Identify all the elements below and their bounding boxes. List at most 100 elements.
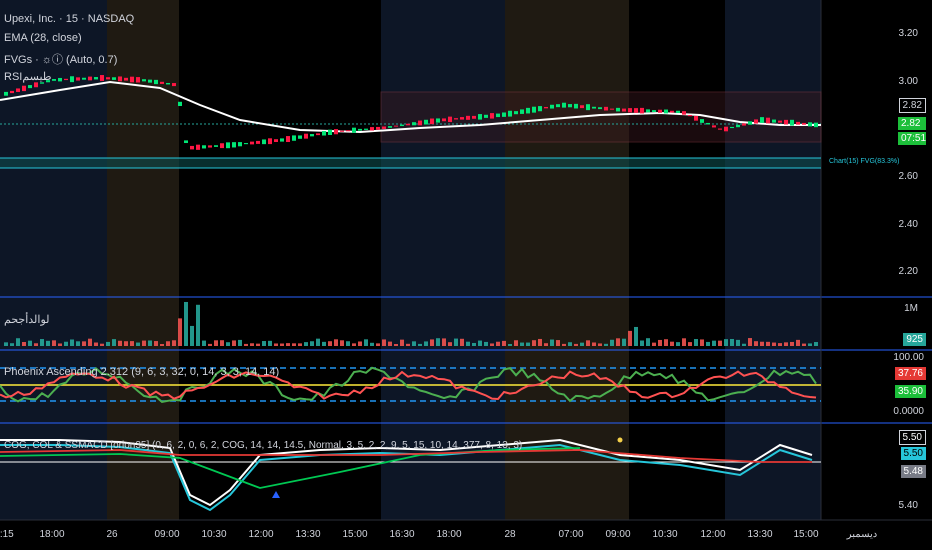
candle-22 bbox=[136, 77, 140, 83]
time-tick-2: 26 bbox=[106, 529, 118, 540]
candle-39 bbox=[238, 142, 242, 147]
candle-128 bbox=[772, 119, 776, 123]
candle-16 bbox=[100, 75, 104, 81]
volume-bar-102 bbox=[616, 338, 620, 346]
candle-55 bbox=[334, 129, 338, 135]
volume-bar-4 bbox=[28, 340, 32, 346]
volume-bar-25 bbox=[154, 341, 158, 346]
time-tick-6: 13:30 bbox=[295, 529, 321, 540]
phoenix-title[interactable]: Phoenix Ascending 2.312 (9, 6, 3, 32, 0,… bbox=[4, 366, 279, 378]
candle-119 bbox=[718, 128, 722, 130]
candle-37 bbox=[226, 142, 230, 149]
volume-bar-24 bbox=[148, 340, 152, 346]
candle-54 bbox=[328, 129, 332, 135]
time-tick-5: 12:00 bbox=[248, 529, 274, 540]
volume-bar-3 bbox=[22, 341, 26, 346]
candle-69 bbox=[418, 120, 422, 126]
candle-33 bbox=[202, 145, 206, 149]
price-tick-5: 2.20 bbox=[898, 266, 918, 277]
volume-bar-99 bbox=[598, 343, 602, 346]
candle-116 bbox=[700, 119, 704, 123]
volume-bar-23 bbox=[142, 340, 146, 346]
volume-bar-126 bbox=[760, 341, 764, 346]
candle-125 bbox=[754, 119, 758, 124]
volume-bar-129 bbox=[778, 343, 782, 346]
volume-bar-14 bbox=[88, 338, 92, 346]
volume-bar-21 bbox=[130, 341, 134, 346]
volume-bar-114 bbox=[688, 342, 692, 346]
candle-32 bbox=[196, 144, 200, 150]
volume-bar-120 bbox=[724, 339, 728, 346]
volume-bar-12 bbox=[76, 341, 80, 346]
candle-111 bbox=[670, 110, 674, 113]
volume-bar-107 bbox=[646, 338, 650, 346]
candle-65 bbox=[394, 125, 398, 127]
candle-35 bbox=[214, 145, 218, 147]
candle-88 bbox=[532, 106, 536, 113]
candle-46 bbox=[280, 138, 284, 142]
candle-59 bbox=[358, 128, 362, 131]
volume-bar-30 bbox=[184, 301, 188, 346]
candle-83 bbox=[502, 112, 506, 117]
volume-bar-92 bbox=[556, 340, 560, 346]
volume-bar-17 bbox=[106, 341, 110, 346]
time-tick-0: 6:15 bbox=[0, 529, 14, 540]
symbol-legend[interactable]: Upexi, Inc. · 15 · NASDAQ bbox=[4, 13, 134, 25]
time-tick-9: 18:00 bbox=[436, 529, 462, 540]
volume-bar-42 bbox=[256, 343, 260, 346]
volume-bar-106 bbox=[640, 340, 644, 346]
candle-129 bbox=[778, 120, 782, 123]
volume-bar-46 bbox=[280, 343, 284, 346]
candle-25 bbox=[154, 79, 158, 85]
countdown-tag: 07:51 bbox=[898, 132, 926, 145]
volume-bar-118 bbox=[712, 340, 716, 346]
volume-bar-89 bbox=[538, 338, 542, 346]
candle-12 bbox=[76, 77, 80, 81]
candle-19 bbox=[118, 76, 122, 82]
volume-bar-57 bbox=[346, 341, 350, 346]
volume-bar-40 bbox=[244, 343, 248, 346]
candle-66 bbox=[400, 124, 404, 127]
candle-31 bbox=[190, 145, 194, 150]
candle-62 bbox=[376, 126, 380, 130]
volume-bar-96 bbox=[580, 342, 584, 346]
candle-133 bbox=[802, 122, 806, 125]
chart-root[interactable]: Upexi, Inc. · 15 · NASDAQ EMA (28, close… bbox=[0, 0, 932, 550]
volume-bar-5 bbox=[34, 343, 38, 346]
cog-title[interactable]: COG, COL & SSMACD [orion35] (0, 6, 2, 0,… bbox=[4, 440, 522, 451]
candle-122 bbox=[736, 124, 740, 128]
volume-label[interactable]: لوالدأجحم bbox=[4, 313, 50, 326]
candle-70 bbox=[424, 119, 428, 125]
candle-52 bbox=[316, 133, 320, 136]
volume-bar-86 bbox=[520, 342, 524, 346]
volume-bar-58 bbox=[352, 343, 356, 346]
candle-47 bbox=[286, 136, 290, 143]
volume-bar-51 bbox=[310, 341, 314, 346]
volume-bar-64 bbox=[388, 341, 392, 346]
candle-57 bbox=[346, 130, 350, 132]
ema-legend[interactable]: EMA (28, close) bbox=[4, 32, 82, 44]
volume-bar-71 bbox=[430, 339, 434, 346]
candle-95 bbox=[574, 103, 578, 109]
candle-67 bbox=[406, 123, 410, 126]
fvg-label: Chart(15) FVG(83.3%) bbox=[829, 158, 900, 165]
rsi-legend[interactable]: RSIطيسم bbox=[4, 70, 52, 83]
price-tick-1: 3.00 bbox=[898, 76, 918, 87]
candle-78 bbox=[472, 115, 476, 119]
candle-98 bbox=[592, 106, 596, 109]
volume-bar-8 bbox=[52, 340, 56, 346]
candle-30 bbox=[184, 140, 188, 144]
time-tick-1: 18:00 bbox=[39, 529, 65, 540]
volume-bar-90 bbox=[544, 343, 548, 346]
chart-canvas[interactable] bbox=[0, 0, 932, 550]
volume-bar-80 bbox=[484, 341, 488, 346]
fvgs-legend[interactable]: FVGs · ☼ⓘ (Auto, 0.7) bbox=[4, 51, 117, 67]
candle-134 bbox=[808, 122, 812, 127]
volume-bar-27 bbox=[166, 341, 170, 346]
rsi-arabic-label: طيسم bbox=[22, 71, 52, 83]
candle-28 bbox=[172, 83, 176, 87]
volume-bar-44 bbox=[268, 340, 272, 346]
candle-15 bbox=[94, 77, 98, 80]
candle-73 bbox=[442, 118, 446, 122]
candle-109 bbox=[658, 109, 662, 113]
